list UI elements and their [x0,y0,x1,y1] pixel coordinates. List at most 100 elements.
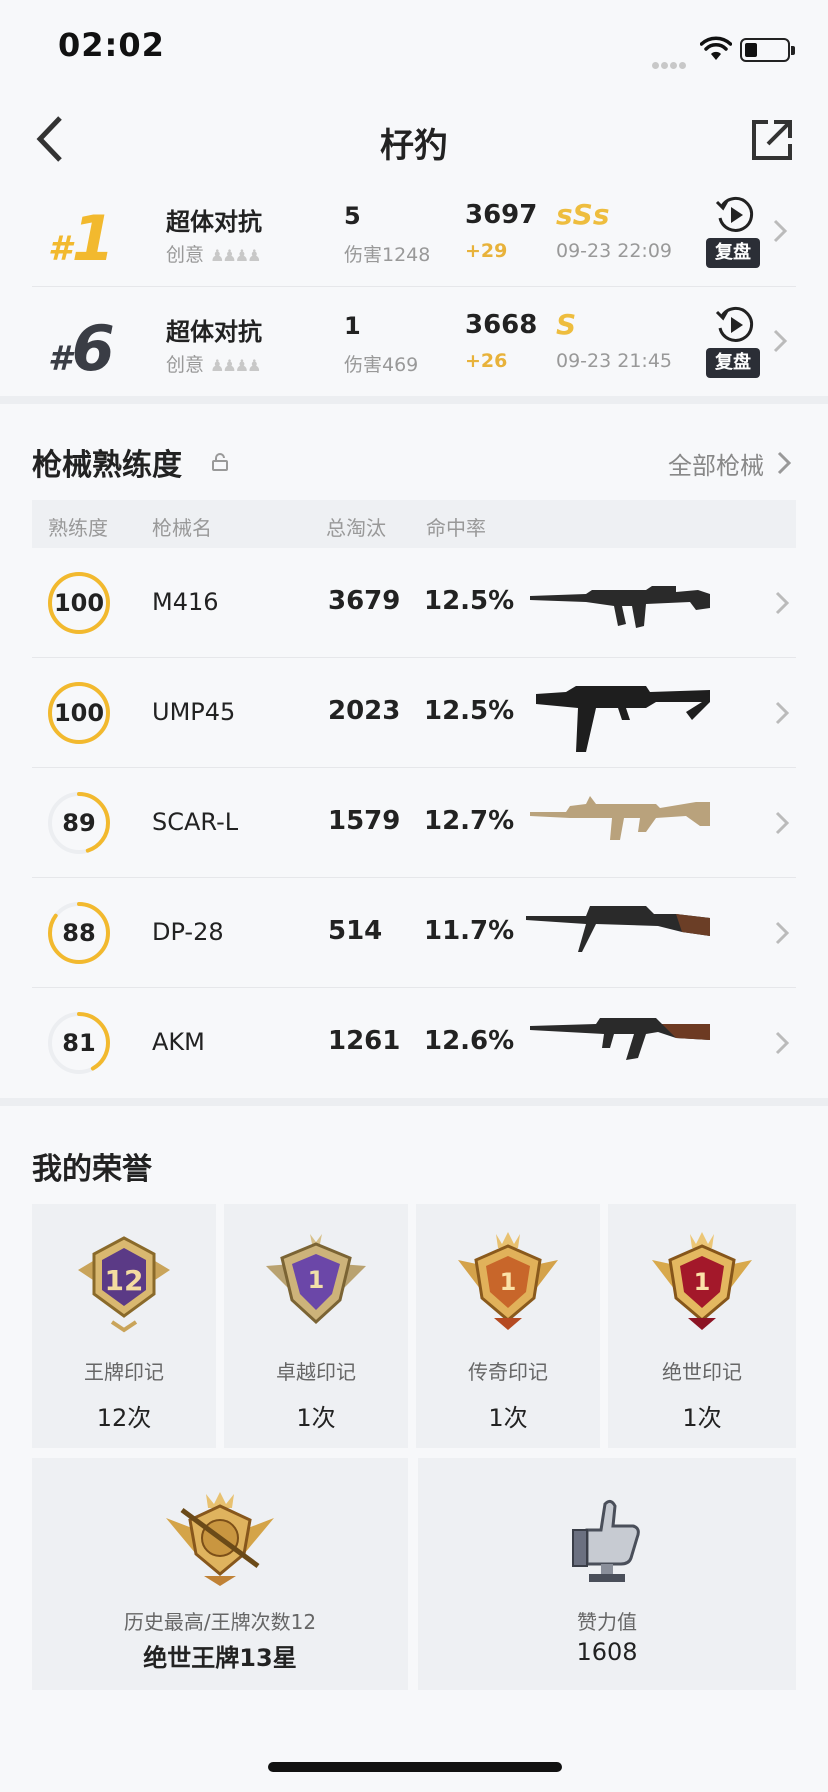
honor-label: 卓越印记 [276,1360,356,1384]
svg-text:1: 1 [694,1268,711,1296]
m416-rifle-icon [530,586,710,628]
honor-card-highest-tier[interactable]: 历史最高/王牌次数12 绝世王牌13星 [32,1458,408,1690]
honor-label: 传奇印记 [468,1360,548,1384]
honor-label: 王牌印记 [84,1360,164,1384]
weapon-row[interactable]: 100 M416 3679 12.5% [32,548,796,658]
match-score-delta: +26 [465,350,508,372]
weapon-total-kills: 2023 [328,696,401,726]
party-size-icon: ♟♟♟♟ [210,356,261,375]
weapon-table-header: 熟练度 枪械名 总淘汰 命中率 [32,500,796,548]
page-title: 杍犳 [380,126,448,166]
header-hit-rate: 命中率 [426,516,486,540]
weapon-hit-rate: 11.7% [424,916,515,946]
weapon-name: AKM [152,1028,205,1056]
home-indicator[interactable] [268,1762,562,1772]
peerless-ace-crest-icon [166,1492,274,1586]
match-submode: 创意 ♟♟♟♟ [166,354,261,376]
match-kills: 5 [344,202,361,230]
match-time: 09-23 22:09 [556,240,673,262]
honor-count: 1次 [296,1404,336,1432]
ump45-smg-icon [536,686,710,752]
weapon-hit-rate: 12.6% [424,1026,515,1056]
header-total-kills: 总淘汰 [326,516,386,540]
likes-value: 1608 [576,1638,638,1666]
status-time: 02:02 [58,26,165,64]
match-rank: #6 [48,312,115,385]
match-row-1[interactable]: #1 超体对抗 创意 ♟♟♟♟ 5 伤害1248 3697 +29 sSs 09… [0,188,828,298]
chevron-right-icon [773,329,788,353]
replay-label: 复盘 [706,238,760,268]
chevron-right-icon [773,219,788,243]
weapon-total-kills: 3679 [328,586,401,616]
cellular-signal-icon [652,54,690,69]
replay-button[interactable]: 复盘 [706,194,762,270]
all-weapons-link[interactable]: 全部枪械 [668,446,764,481]
section-divider [0,1098,828,1106]
dp28-lmg-icon [526,906,710,952]
ace-mark-badge-icon: 12 [78,1236,170,1333]
lock-icon[interactable] [210,452,230,472]
weapon-row[interactable]: 88 DP-28 514 11.7% [32,878,796,988]
chevron-right-icon [775,921,790,945]
match-row-2[interactable]: #6 超体对抗 创意 ♟♟♟♟ 1 伤害469 3668 +26 S 09-23… [0,298,828,408]
header-proficiency: 熟练度 [48,516,108,540]
header-weapon-name: 枪械名 [152,516,212,540]
thumbs-up-trophy-icon [572,1499,640,1582]
svg-text:1: 1 [500,1268,517,1296]
weapon-hit-rate: 12.7% [424,806,515,836]
proficiency-value: 88 [62,919,96,947]
match-mode: 超体对抗 [166,208,262,236]
scar-l-rifle-icon [530,796,710,840]
legend-mark-badge-icon: 1 [458,1232,558,1330]
highest-tier-value: 绝世王牌13星 [143,1644,297,1672]
weapon-name: M416 [152,588,219,616]
match-score: 3697 [465,200,538,230]
honor-count: 12次 [96,1404,152,1432]
weapon-proficiency-title: 枪械熟练度 [32,448,182,483]
share-button[interactable] [748,116,796,164]
svg-text:12: 12 [105,1264,144,1297]
proficiency-value: 100 [53,699,105,727]
chevron-right-icon [775,1031,790,1055]
match-grade: S [556,308,577,341]
weapon-total-kills: 1579 [328,806,401,836]
honor-card-likes[interactable]: 赞力值 1608 [418,1458,796,1690]
match-mode: 超体对抗 [166,318,262,346]
wifi-icon [700,36,732,60]
match-kills: 1 [344,312,361,340]
honor-card-ace[interactable]: 12 王牌印记 12次 [32,1204,216,1448]
honor-count: 1次 [682,1404,722,1432]
match-rank: #1 [48,202,115,275]
weapon-name: UMP45 [152,698,236,726]
weapon-name: SCAR-L [152,808,239,836]
weapon-row[interactable]: 89 SCAR-L 1579 12.7% [32,768,796,878]
peerless-mark-badge-icon: 1 [652,1232,752,1330]
replay-icon [715,196,754,232]
weapon-hit-rate: 12.5% [424,696,515,726]
honor-card-legend[interactable]: 1 传奇印记 1次 [416,1204,600,1448]
svg-text:1: 1 [308,1266,325,1294]
section-divider [0,396,828,404]
weapon-total-kills: 514 [328,916,383,946]
match-submode: 创意 ♟♟♟♟ [166,244,261,266]
divider [32,286,796,287]
akm-rifle-icon [530,1018,710,1060]
honor-card-excellence[interactable]: 1 卓越印记 1次 [224,1204,408,1448]
honor-card-peerless[interactable]: 1 绝世印记 1次 [608,1204,796,1448]
proficiency-value: 81 [62,1029,96,1057]
match-time: 09-23 21:45 [556,350,673,372]
match-damage: 伤害469 [344,354,419,376]
chevron-right-icon [775,811,790,835]
chevron-right-icon[interactable] [776,450,792,476]
proficiency-value: 100 [53,589,105,617]
replay-button[interactable]: 复盘 [706,304,762,380]
weapon-name: DP-28 [152,918,224,946]
replay-icon [715,306,754,342]
weapon-row[interactable]: 100 UMP45 2023 12.5% [32,658,796,768]
chevron-right-icon [775,701,790,725]
proficiency-value: 89 [62,809,96,837]
weapon-row[interactable]: 81 AKM 1261 12.6% [32,988,796,1098]
weapon-hit-rate: 12.5% [424,586,515,616]
highest-tier-label: 历史最高/王牌次数12 [123,1610,317,1634]
honors-title: 我的荣誉 [32,1152,152,1187]
